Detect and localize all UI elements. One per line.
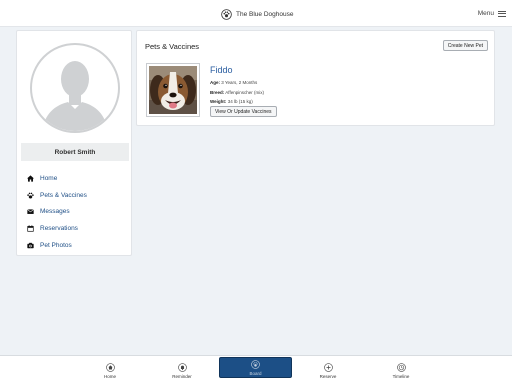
- brand-name: The Blue Doghouse: [236, 11, 294, 18]
- tab-reserve[interactable]: Reserve: [308, 356, 348, 384]
- top-bar: The Blue Doghouse Menu: [0, 0, 512, 27]
- pet-breed-label: Breed:: [210, 89, 225, 95]
- nav-item-pets-vaccines[interactable]: Pets & Vaccines: [27, 187, 87, 204]
- nav-item-reservations[interactable]: Reservations: [27, 220, 87, 237]
- pet-age-value: 3 Years, 2 Months: [221, 80, 258, 85]
- paw-icon: [27, 192, 34, 199]
- brand[interactable]: The Blue Doghouse: [221, 9, 293, 20]
- profile-card: Robert Smith Home Pets & Vaccines Messag…: [16, 30, 132, 256]
- pet-age-label: Age:: [210, 80, 220, 85]
- nav-item-home[interactable]: Home: [27, 170, 87, 187]
- clock-circle-icon: [396, 362, 406, 372]
- tab-label-home: Home: [103, 373, 116, 379]
- tab-home[interactable]: Home: [90, 356, 130, 384]
- tab-board[interactable]: Board: [219, 357, 292, 378]
- pet-photo[interactable]: [146, 63, 200, 117]
- nav-label-messages: Messages: [40, 208, 70, 216]
- user-silhouette-icon: [30, 43, 120, 133]
- calendar-icon: [27, 225, 34, 232]
- pets-vaccines-card: Pets & Vaccines Create New Pet Fiddo Age…: [136, 30, 495, 126]
- home-icon: [27, 175, 34, 182]
- bottom-tab-bar: Home Reminder Board Reserve Timeline: [0, 355, 512, 384]
- nav-label-pets-vaccines: Pets & Vaccines: [40, 191, 87, 199]
- nav-label-pet-photos: Pet Photos: [40, 242, 72, 250]
- tab-label-timeline: Timeline: [392, 373, 410, 379]
- tab-timeline[interactable]: Timeline: [381, 356, 421, 384]
- hamburger-icon: [498, 10, 506, 17]
- create-new-pet-button[interactable]: Create New Pet: [442, 40, 488, 51]
- nav-item-messages[interactable]: Messages: [27, 204, 87, 221]
- menu-button[interactable]: Menu: [478, 10, 506, 17]
- pet-age: Age: 3 Years, 2 Months: [210, 78, 264, 88]
- nav-label-reservations: Reservations: [40, 225, 78, 233]
- nav-item-pet-photos[interactable]: Pet Photos: [27, 237, 87, 254]
- plus-circle-icon: [323, 362, 333, 372]
- pet-weight-value: 34 lb (15 kg): [227, 99, 253, 104]
- paw-circle-icon: [221, 9, 232, 20]
- home-circle-icon: [105, 362, 115, 372]
- pet-breed: Breed: Affenpinscher (mix): [210, 88, 264, 98]
- paw-circle-icon: [251, 359, 260, 369]
- view-update-vaccines-button[interactable]: View Or Update Vaccines: [210, 106, 277, 117]
- tab-label-reserve: Reserve: [319, 373, 337, 379]
- side-nav: Home Pets & Vaccines Messages Reservatio…: [27, 170, 87, 254]
- tab-label-board: Board: [249, 370, 262, 376]
- tab-label-reminder: Reminder: [172, 373, 192, 379]
- pet-breed-value: Affenpinscher (mix): [225, 89, 264, 95]
- pet-name-link[interactable]: Fiddo: [210, 65, 233, 75]
- menu-label: Menu: [477, 10, 494, 17]
- profile-name: Robert Smith: [54, 148, 96, 156]
- bell-circle-icon: [177, 362, 187, 372]
- section-title: Pets & Vaccines: [145, 42, 200, 51]
- pet-details: Age: 3 Years, 2 Months Breed: Affenpinsc…: [210, 78, 264, 107]
- profile-name-bar: Robert Smith: [21, 143, 129, 161]
- nav-label-home: Home: [40, 174, 58, 182]
- camera-icon: [27, 242, 34, 249]
- pet-weight-label: Weight:: [210, 99, 227, 104]
- dog-photo-image: [149, 66, 197, 114]
- envelope-icon: [27, 208, 34, 215]
- tab-reminder[interactable]: Reminder: [162, 356, 202, 384]
